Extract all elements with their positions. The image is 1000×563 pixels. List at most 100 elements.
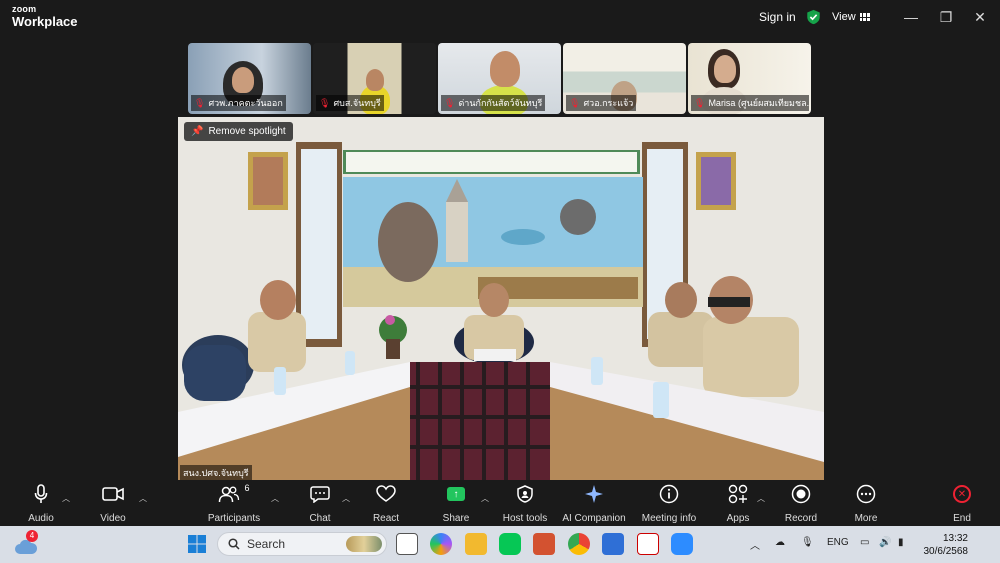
file-explorer-icon[interactable] (465, 533, 487, 555)
search-highlight-image (346, 536, 382, 552)
chrome-icon[interactable] (568, 533, 590, 555)
end-button[interactable]: ✕ End (922, 483, 1000, 524)
close-button[interactable]: ✕ (971, 9, 989, 26)
audio-label: Audio (28, 513, 54, 524)
participants-options-caret-icon[interactable]: ︿ (271, 493, 279, 504)
remove-spotlight-label: Remove spotlight (208, 126, 286, 137)
spotlight-video (178, 117, 824, 480)
network-icon[interactable]: ▭ (860, 537, 869, 548)
clock-time: 13:32 (942, 533, 968, 544)
system-clock[interactable]: 13:32 30/6/2568 (920, 532, 969, 558)
mic-off-icon: 🎙 (694, 97, 706, 108)
video-camera-icon (102, 487, 124, 501)
participant-name-tag: 🎙 ด่านกักกันสัตว์จันทบุรี (441, 95, 546, 111)
record-icon (791, 484, 811, 504)
info-icon (659, 484, 679, 504)
language-indicator[interactable]: ENG (827, 537, 849, 548)
search-placeholder: Search (247, 537, 286, 551)
acrobat-icon[interactable] (637, 533, 659, 555)
react-button[interactable]: React (346, 483, 426, 524)
start-button[interactable] (186, 533, 208, 555)
meeting-info-button[interactable]: Meeting info (629, 483, 709, 524)
participant-name-tag: 🎙 ศบส.จันทบุรี (316, 95, 384, 111)
pin-icon: 📌 (191, 126, 204, 137)
participant-name: ด่านกักกันสัตว์จันทบุรี (458, 98, 543, 108)
powerpoint-icon[interactable] (533, 533, 555, 555)
view-button[interactable]: View (832, 8, 870, 26)
ai-companion-label: AI Companion (562, 513, 626, 524)
more-button[interactable]: More (826, 483, 906, 524)
photos-icon[interactable] (602, 533, 624, 555)
chat-icon (310, 486, 330, 503)
mic-off-icon: 🎙 (319, 97, 331, 108)
participant-thumbnail[interactable]: 🎙 ศบส.จันทบุรี (313, 43, 436, 114)
clock-date: 30/6/2568 (923, 546, 969, 557)
participants-label: Participants (207, 513, 261, 524)
spotlight-name-tag: สนง.ปศจ.จันทบุรี (180, 465, 252, 481)
windows-taskbar: 4 Search ︿ ☁ 🎙 ENG ▭ 🔊 ▮ 13:32 30/6/2568 (0, 526, 1000, 563)
battery-icon[interactable]: ▮ (898, 537, 904, 548)
participant-name: ศบส.จันทบุรี (333, 98, 381, 108)
end-meeting-icon: ✕ (953, 485, 971, 503)
record-label: Record (784, 513, 818, 524)
apps-icon (728, 484, 748, 504)
more-label: More (854, 513, 878, 524)
participants-button[interactable]: 6 Participants (194, 483, 274, 524)
more-icon (856, 484, 876, 504)
participant-name-tag: 🎙 ศวอ.กระแจ้ว (566, 95, 637, 111)
microphone-tray-icon[interactable]: 🎙 (801, 537, 814, 548)
windows-icon (188, 535, 206, 553)
participant-name: Marisa (ศูนย์ผสมเทียมชล... (708, 98, 809, 108)
video-label: Video (100, 513, 126, 524)
participant-name: ศวอ.กระแจ้ว (583, 98, 634, 108)
ai-companion-button[interactable]: AI Companion (554, 483, 634, 524)
task-view-icon[interactable] (396, 533, 418, 555)
cloud-sync-icon[interactable]: ☁ (775, 537, 785, 548)
host-tools-button[interactable]: Host tools (485, 483, 565, 524)
sign-in-link[interactable]: Sign in (759, 10, 796, 24)
participant-name-tag: 🎙 ศวพ.ภาคตะวันออก (191, 95, 286, 111)
participants-icon (219, 486, 240, 503)
audio-options-caret-icon[interactable]: ︿ (62, 493, 70, 504)
react-label: React (372, 513, 400, 524)
title-bar: zoom Workplace Sign in View — ❐ ✕ (0, 0, 1000, 34)
logo-bottom-text: Workplace (12, 14, 78, 29)
volume-icon[interactable]: 🔊 (879, 537, 891, 548)
view-label: View (832, 11, 856, 23)
zoom-app-icon[interactable] (671, 533, 693, 555)
mic-off-icon: 🎙 (569, 97, 581, 108)
weather-badge: 4 (26, 530, 38, 542)
participant-thumbnail[interactable]: 🎙 ศวพ.ภาคตะวันออก (188, 43, 311, 114)
end-label: End (953, 513, 971, 524)
meeting-toolbar: Audio ︿ Video ︿ 6 Participants ︿ Chat ︿ … (0, 480, 1000, 526)
remove-spotlight-button[interactable]: 📌 Remove spotlight (184, 122, 293, 141)
host-shield-icon (517, 485, 533, 503)
participant-thumbnail[interactable]: 🎙 Marisa (ศูนย์ผสมเทียมชล... (688, 43, 811, 114)
search-icon (228, 538, 240, 550)
zoom-logo: zoom Workplace (12, 4, 78, 29)
participant-name-tag: 🎙 Marisa (ศูนย์ผสมเทียมชล... (691, 95, 809, 111)
minimize-button[interactable]: — (902, 9, 920, 25)
participant-thumbnail[interactable]: 🎙 ศวอ.กระแจ้ว (563, 43, 686, 114)
share-label: Share (442, 513, 470, 524)
apps-label: Apps (726, 513, 750, 524)
participant-name: ศวพ.ภาคตะวันออก (208, 98, 283, 108)
taskbar-search[interactable]: Search (217, 532, 387, 556)
line-app-icon[interactable] (499, 533, 521, 555)
sparkle-icon (585, 485, 603, 503)
meeting-info-label: Meeting info (641, 513, 697, 524)
tray-overflow-icon[interactable]: ︿ (750, 537, 760, 552)
participant-thumbnail[interactable]: 🎙 ด่านกักกันสัตว์จันทบุรี (438, 43, 561, 114)
weather-widget[interactable]: 4 (14, 530, 40, 556)
video-options-caret-icon[interactable]: ︿ (139, 493, 147, 504)
share-screen-icon: ↑ (447, 487, 465, 501)
conference-room-scene (178, 117, 824, 480)
maximize-button[interactable]: ❐ (937, 9, 955, 26)
mic-off-icon: 🎙 (194, 97, 206, 108)
logo-top-text: zoom (12, 4, 37, 14)
participants-count: 6 (244, 483, 250, 493)
heart-icon (376, 485, 396, 502)
copilot-icon[interactable] (430, 533, 452, 555)
shield-check-icon[interactable] (806, 9, 821, 25)
mic-off-icon: 🎙 (444, 97, 456, 108)
